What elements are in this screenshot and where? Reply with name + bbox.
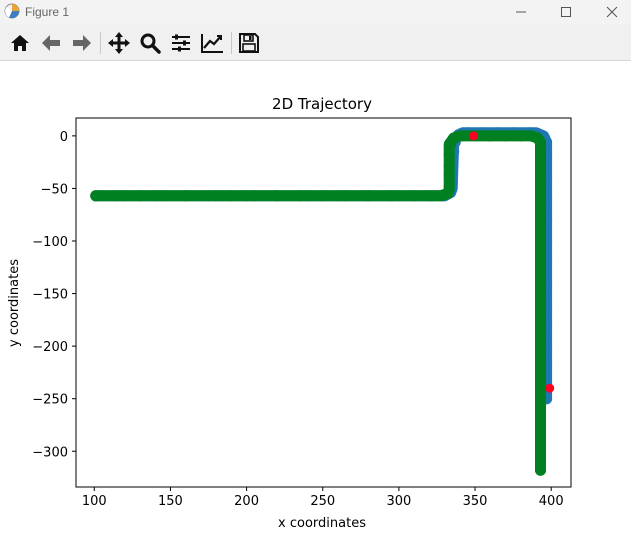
series-1-point — [535, 382, 546, 394]
series-1-point — [535, 403, 546, 415]
series-1-point — [535, 361, 546, 373]
series-1-point — [455, 130, 467, 142]
series-1-point — [340, 190, 352, 202]
series-1-point — [535, 256, 546, 268]
series-1-point — [317, 190, 329, 202]
series-1-point — [500, 130, 511, 142]
series-1-point — [443, 180, 455, 192]
axes-frame — [75, 117, 572, 488]
x-tick-label: 300 — [386, 494, 411, 509]
series-1-point — [535, 464, 546, 476]
y-tick-label: −100 — [32, 235, 68, 250]
series-1-point — [294, 190, 306, 202]
trajectory-chart: 100 150 200 250 300 350 400 0 −50 −100 −150 −200 −25… — [7, 95, 572, 531]
series-1-point — [443, 159, 455, 171]
x-tick-label: 250 — [310, 494, 335, 509]
series-1-point — [484, 130, 496, 142]
series-1-point — [248, 190, 260, 202]
series-1-point — [535, 137, 546, 149]
series-1-trace — [90, 130, 546, 476]
chart-title: 2D Trajectory — [272, 95, 372, 113]
y-tick-label: −200 — [32, 340, 68, 355]
series-1-point — [180, 190, 192, 202]
series-1-point — [157, 190, 169, 202]
series-0-trace — [90, 127, 553, 405]
series-1-point — [443, 170, 455, 182]
series-1-point — [203, 190, 214, 202]
series-1-point — [385, 190, 397, 202]
series-1-point — [535, 340, 546, 352]
y-tick-label: −50 — [41, 182, 68, 197]
series-1-point — [111, 190, 123, 202]
x-tick-label: 400 — [539, 494, 564, 509]
series-1-point — [271, 190, 283, 202]
highlight-point — [545, 383, 555, 393]
y-tick-label: 0 — [60, 130, 68, 145]
series-1-point — [535, 172, 546, 184]
x-tick-label: 100 — [82, 494, 107, 509]
series-1-point — [535, 151, 546, 163]
series-1-point — [134, 190, 146, 202]
series-1-point — [535, 424, 546, 436]
series-1-point — [362, 190, 374, 202]
x-axis-label: x coordinates — [278, 516, 366, 531]
highlight-point — [469, 131, 478, 141]
series-1-point — [225, 190, 237, 202]
y-axis-label: y coordinates — [7, 259, 22, 347]
x-tick-label: 200 — [234, 494, 259, 509]
series-1-point — [443, 149, 455, 161]
series-1-point — [90, 190, 102, 202]
series-1-point — [535, 319, 546, 331]
series-1-point — [535, 277, 546, 289]
series-1-point — [535, 445, 546, 457]
series-1-point — [535, 235, 546, 247]
series-1-point — [535, 193, 546, 205]
y-tick-label: −300 — [32, 445, 68, 460]
series-1-point — [515, 130, 527, 142]
series-1-point — [535, 214, 546, 226]
x-tick-label: 350 — [463, 494, 488, 509]
series-layer — [90, 127, 555, 476]
ticks-layer: 100 150 200 250 300 350 400 0 −50 −100 −150 −200 −25… — [32, 130, 563, 509]
series-1-point — [408, 190, 420, 202]
x-tick-label: 150 — [158, 494, 183, 509]
series-1-point — [535, 298, 546, 310]
y-tick-label: −250 — [32, 393, 68, 408]
y-tick-label: −150 — [32, 288, 68, 303]
